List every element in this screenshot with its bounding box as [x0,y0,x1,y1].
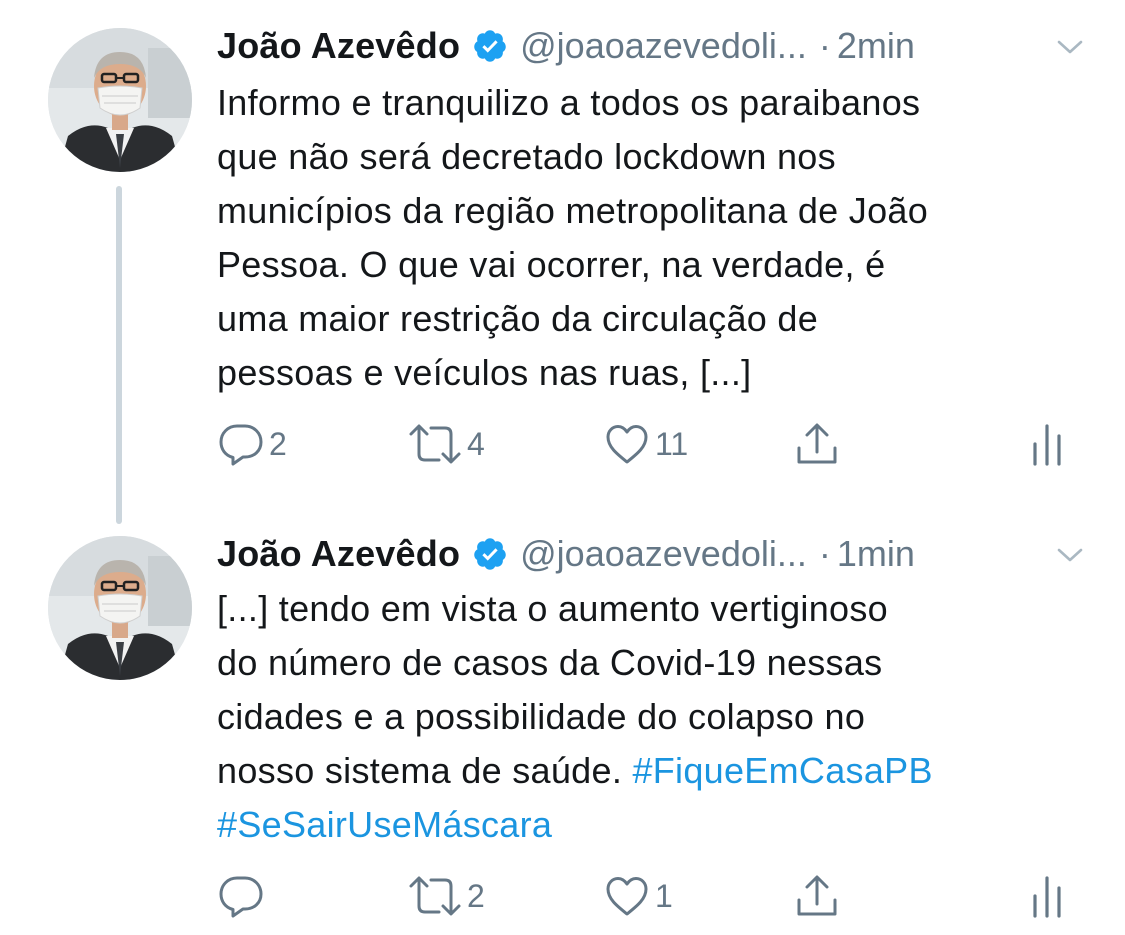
retweet-button[interactable]: 2 [407,868,485,924]
separator-dot: · [818,533,831,574]
share-button[interactable] [793,416,841,472]
share-icon [793,420,841,468]
avatar[interactable] [48,536,192,680]
tweet-text-line: uma maior restrição da circulação de [217,298,819,339]
tweet-text-line: municípios da região metropolitana de Jo… [217,190,929,231]
like-button[interactable]: 11 [603,416,688,472]
tweet-text-line: do número de casos da Covid-19 nessas [217,642,883,683]
retweet-count: 2 [467,877,485,914]
verified-badge-icon [472,536,508,572]
share-button[interactable] [793,868,841,924]
hashtag-link[interactable]: #FiqueEmCasaPB [632,750,932,791]
hashtag-link[interactable]: #SeSairUseMáscara [217,804,552,845]
analytics-icon [1029,420,1069,468]
author-name[interactable]: João Azevêdo [217,533,460,575]
reply-icon [217,420,265,468]
reply-button[interactable] [217,868,269,924]
tweet-header: João Azevêdo @joaoazevedoli... · 1min [217,530,1085,578]
retweet-icon [407,420,463,468]
retweet-icon [407,872,463,920]
chevron-down-icon[interactable] [1055,540,1085,570]
analytics-button[interactable] [1029,416,1069,472]
tweet-actions: 2 1 [217,868,1077,924]
tweet-text: Informo e tranquilizo a todos os paraiba… [217,76,1087,400]
author-name[interactable]: João Azevêdo [217,25,460,67]
like-button[interactable]: 1 [603,868,673,924]
tweet[interactable]: João Azevêdo @joaoazevedoli... · 1min [.… [0,520,1125,935]
author-handle[interactable]: @joaoazevedoli... [520,25,807,67]
tweet-text-segment: nosso sistema de saúde. [217,750,633,791]
tweet-text-line: Informo e tranquilizo a todos os paraiba… [217,82,921,123]
tweet-text-line: nosso sistema de saúde. #FiqueEmCasaPB [217,744,1087,798]
profile-photo [48,28,192,172]
avatar[interactable] [48,28,192,172]
separator-dot: · [818,25,831,66]
tweet-text-line: que não será decretado lockdown nos [217,136,836,177]
share-icon [793,872,841,920]
tweet-text-line: #SeSairUseMáscara [217,798,1087,852]
author-handle[interactable]: @joaoazevedoli... [520,533,807,575]
like-count: 11 [655,425,689,462]
tweet-text: [...] tendo em vista o aumento vertigino… [217,582,1087,852]
retweet-button[interactable]: 4 [407,416,485,472]
thread-connector-line [116,186,122,524]
timestamp[interactable]: 2min [837,25,915,67]
verified-badge-icon [472,28,508,64]
timestamp[interactable]: 1min [837,533,915,575]
tweet[interactable]: João Azevêdo @joaoazevedoli... · 2min In… [0,0,1125,524]
like-icon [603,872,651,920]
chevron-down-icon[interactable] [1055,32,1085,62]
retweet-count: 4 [467,425,485,462]
analytics-button[interactable] [1029,868,1069,924]
tweet-text-line: cidades e a possibilidade do colapso no [217,696,866,737]
like-icon [603,420,651,468]
profile-photo [48,536,192,680]
tweet-text-line: Pessoa. O que vai ocorrer, na verdade, é [217,244,886,285]
tweet-actions: 2 4 11 [217,416,1077,472]
tweet-header: João Azevêdo @joaoazevedoli... · 2min [217,22,1085,70]
reply-button[interactable]: 2 [217,416,287,472]
analytics-icon [1029,872,1069,920]
like-count: 1 [655,877,673,914]
tweet-text-line: [...] tendo em vista o aumento vertigino… [217,588,888,629]
tweet-text-line: pessoas e veículos nas ruas, [...] [217,352,752,393]
reply-count: 2 [269,425,287,462]
reply-icon [217,872,265,920]
